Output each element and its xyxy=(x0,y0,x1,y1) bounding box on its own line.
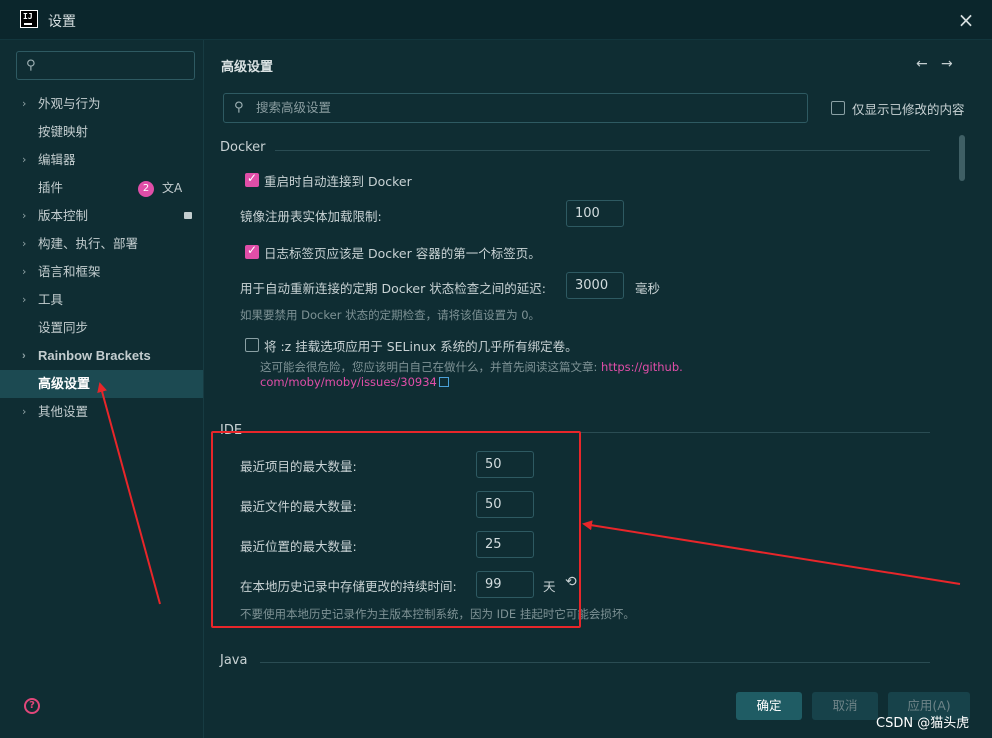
cancel-button[interactable]: 取消 xyxy=(812,692,878,720)
sidebar-item-label: 设置同步 xyxy=(38,320,89,335)
section-title-ide: IDE xyxy=(220,423,243,438)
chevron-right-icon[interactable]: › xyxy=(22,230,26,258)
selinux-checkbox[interactable] xyxy=(245,338,259,352)
sidebar-search-input[interactable]: ⚲ xyxy=(16,51,195,80)
settings-list: Docker 重启时自动连接到 Docker 镜像注册表实体加载限制: 100 … xyxy=(205,132,975,677)
recent-locations-input[interactable]: 25 xyxy=(476,531,534,558)
close-icon[interactable]: × xyxy=(956,10,976,30)
divider xyxy=(260,662,930,663)
sidebar-item-label: 插件 xyxy=(38,180,64,195)
sidebar-item-label: 工具 xyxy=(38,292,64,307)
modified-only-checkbox[interactable] xyxy=(831,101,845,115)
sidebar-item-plugins[interactable]: 插件 2 文A xyxy=(0,174,204,202)
docker-delay-input[interactable]: 3000 xyxy=(566,272,624,299)
recent-projects-label: 最近项目的最大数量: xyxy=(240,459,357,474)
docker-logs-first-checkbox[interactable] xyxy=(245,243,259,259)
docker-reconnect-checkbox[interactable] xyxy=(245,171,259,187)
sidebar-item-other-settings[interactable]: › 其他设置 xyxy=(0,398,204,426)
sidebar-item-label: 语言和框架 xyxy=(38,264,101,279)
chevron-right-icon[interactable]: › xyxy=(22,146,26,174)
github-link-cont[interactable]: com/moby/moby/issues/30934 xyxy=(260,375,437,389)
sidebar-item-label: 外观与行为 xyxy=(38,96,101,111)
docker-delay-hint: 如果要禁用 Docker 状态的定期检查，请将该值设置为 0。 xyxy=(240,308,541,322)
chevron-right-icon[interactable]: › xyxy=(22,258,26,286)
recent-files-label: 最近文件的最大数量: xyxy=(240,499,357,514)
sidebar: ⚲ › 外观与行为 按键映射 › 编辑器 插件 2 文A › 版本控制 › 构建、执行、部署… xyxy=(0,40,204,738)
window-title: 设置 xyxy=(48,14,76,30)
arrow-right-icon[interactable]: → xyxy=(941,56,953,72)
settings-tree: › 外观与行为 按键映射 › 编辑器 插件 2 文A › 版本控制 › 构建、执行、部署 ›… xyxy=(0,90,204,426)
sidebar-item-label: 编辑器 xyxy=(38,152,76,167)
image-limit-input[interactable]: 100 xyxy=(566,200,624,227)
modified-only-label: 仅显示已修改的内容 xyxy=(852,102,965,117)
divider xyxy=(275,150,930,151)
sidebar-item-label: 高级设置 xyxy=(38,376,91,391)
section-title-java: Java xyxy=(220,653,248,668)
ok-button[interactable]: 确定 xyxy=(736,692,802,720)
chevron-right-icon[interactable]: › xyxy=(22,202,26,230)
chevron-right-icon[interactable]: › xyxy=(22,90,26,118)
chevron-right-icon[interactable]: › xyxy=(22,286,26,314)
title-bar: IJ 设置 × xyxy=(0,0,992,40)
selinux-hint: 这可能会很危险，您应该明白自己在做什么，并首先阅读这篇文章: https://g… xyxy=(260,359,683,375)
selinux-label: 将 :z 挂载选项应用于 SELinux 系统的几乎所有绑定卷。 xyxy=(264,339,578,354)
reset-icon[interactable]: ⟲ xyxy=(565,574,577,590)
sidebar-item-editor[interactable]: › 编辑器 xyxy=(0,146,204,174)
sidebar-item-label: 按键映射 xyxy=(38,124,89,139)
history-duration-label: 在本地历史记录中存储更改的持续时间: xyxy=(240,579,457,594)
sidebar-item-label: 构建、执行、部署 xyxy=(38,236,139,251)
sidebar-item-advanced-settings[interactable]: 高级设置 xyxy=(0,370,203,398)
sidebar-item-tools[interactable]: › 工具 xyxy=(0,286,204,314)
selinux-hint-text: 这可能会很危险，您应该明白自己在做什么，并首先阅读这篇文章: xyxy=(260,360,598,374)
section-title-docker: Docker xyxy=(220,140,266,155)
history-duration-unit: 天 xyxy=(543,579,556,594)
project-level-icon xyxy=(184,212,192,219)
docker-delay-unit: 毫秒 xyxy=(635,281,661,296)
chevron-right-icon[interactable]: › xyxy=(22,398,26,426)
main-panel: 高级设置 ← → ⚲ 仅显示已修改的内容 Docker 重启时自动连接到 Doc… xyxy=(205,40,992,738)
sidebar-item-label: Rainbow Brackets xyxy=(38,348,151,363)
chevron-right-icon[interactable]: › xyxy=(22,342,26,370)
recent-files-input[interactable]: 50 xyxy=(476,491,534,518)
watermark: CSDN @猫头虎 xyxy=(876,716,970,731)
search-icon: ⚲ xyxy=(234,100,244,115)
sidebar-item-languages[interactable]: › 语言和框架 xyxy=(0,258,204,286)
history-duration-input[interactable]: 99 xyxy=(476,571,534,598)
docker-reconnect-label: 重启时自动连接到 Docker xyxy=(264,174,412,189)
recent-projects-input[interactable]: 50 xyxy=(476,451,534,478)
recent-locations-label: 最近位置的最大数量: xyxy=(240,539,357,554)
sidebar-item-keymap[interactable]: 按键映射 xyxy=(0,118,204,146)
sidebar-item-label: 其他设置 xyxy=(38,404,89,419)
advanced-search-field[interactable]: ⚲ xyxy=(223,93,808,123)
external-link-icon[interactable] xyxy=(438,377,449,387)
sidebar-item-build[interactable]: › 构建、执行、部署 xyxy=(0,230,204,258)
selinux-hint-line2: com/moby/moby/issues/30934 xyxy=(260,375,449,389)
page-title: 高级设置 xyxy=(221,60,274,75)
sidebar-item-settings-sync[interactable]: 设置同步 xyxy=(0,314,204,342)
sidebar-item-rainbow-brackets[interactable]: › Rainbow Brackets xyxy=(0,342,204,370)
translate-icon: 文A xyxy=(162,181,183,195)
arrow-left-icon[interactable]: ← xyxy=(916,56,928,72)
intellij-icon: IJ xyxy=(20,10,38,28)
sidebar-item-vcs[interactable]: › 版本控制 xyxy=(0,202,204,230)
search-icon: ⚲ xyxy=(26,58,36,73)
help-icon[interactable]: ? xyxy=(24,698,40,714)
image-limit-label: 镜像注册表实体加载限制: xyxy=(240,209,382,224)
search-input[interactable] xyxy=(256,100,796,115)
docker-logs-first-label: 日志标签页应该是 Docker 容器的第一个标签页。 xyxy=(264,246,541,261)
docker-delay-label: 用于自动重新连接的定期 Docker 状态检查之间的延迟: xyxy=(240,281,546,296)
sidebar-item-appearance[interactable]: › 外观与行为 xyxy=(0,90,204,118)
history-hint: 不要使用本地历史记录作为主版本控制系统，因为 IDE 挂起时它可能会损坏。 xyxy=(240,607,635,621)
sidebar-item-label: 版本控制 xyxy=(38,208,89,223)
divider xyxy=(250,432,930,433)
github-link[interactable]: https://github. xyxy=(601,360,683,374)
plugin-update-badge: 2 xyxy=(138,181,154,197)
